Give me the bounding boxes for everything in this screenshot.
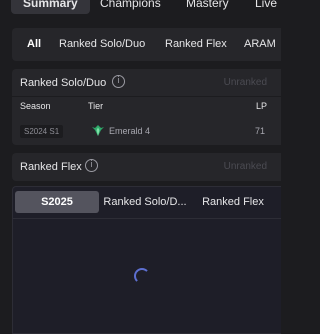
queue-filter-bar: All Ranked Solo/Duo Ranked Flex ARAM (12, 28, 281, 61)
filter-ranked-solo-duo[interactable]: Ranked Solo/Duo (59, 28, 145, 61)
tier-name: Emerald 4 (109, 126, 151, 136)
column-headers: Season Tier LP (12, 97, 281, 117)
card-header: Ranked Flex i Unranked (12, 153, 281, 181)
table-row: S2024 S1 Emerald 4 71 (12, 117, 281, 145)
info-icon[interactable]: i (112, 75, 125, 88)
tab-mastery[interactable]: Mastery (186, 0, 229, 14)
season-badge: S2024 S1 (20, 125, 64, 138)
emerald-crest-icon (92, 125, 104, 136)
top-navigation: Summary Champions Mastery Live G (0, 0, 281, 14)
champion-stats-panel: S2025 Ranked Solo/D... Ranked Flex (12, 186, 281, 334)
filter-aram[interactable]: ARAM (244, 28, 276, 61)
filter-ranked-flex[interactable]: Ranked Flex (165, 28, 227, 61)
loading-spinner-icon (134, 268, 150, 284)
rank-status: Unranked (223, 77, 267, 88)
card-title: Ranked Solo/Duo (20, 77, 107, 89)
ranked-flex-card: Ranked Flex i Unranked (12, 153, 281, 181)
card-header: Ranked Solo/Duo i Unranked (12, 69, 281, 97)
tab-s2025[interactable]: S2025 (15, 191, 99, 213)
tab-champions[interactable]: Champions (100, 0, 161, 14)
rank-status: Unranked (223, 161, 267, 172)
info-icon[interactable]: i (85, 159, 98, 172)
tab-ranked-solo-duo[interactable]: Ranked Solo/D... (101, 191, 189, 213)
column-lp: LP (255, 101, 267, 111)
lp-value: 71 (254, 126, 265, 136)
column-tier: Tier (88, 101, 104, 111)
divider (13, 218, 281, 219)
tab-summary[interactable]: Summary (11, 0, 90, 14)
ranked-solo-duo-card: Ranked Solo/Duo i Unranked Season Tier L… (12, 69, 281, 145)
tab-ranked-flex[interactable]: Ranked Flex (191, 191, 275, 213)
card-title: Ranked Flex (20, 161, 82, 173)
filter-all[interactable]: All (27, 28, 41, 61)
tab-live-game[interactable]: Live G (255, 0, 281, 14)
season-queue-selector: S2025 Ranked Solo/D... Ranked Flex (15, 191, 279, 215)
column-season: Season (20, 101, 51, 111)
